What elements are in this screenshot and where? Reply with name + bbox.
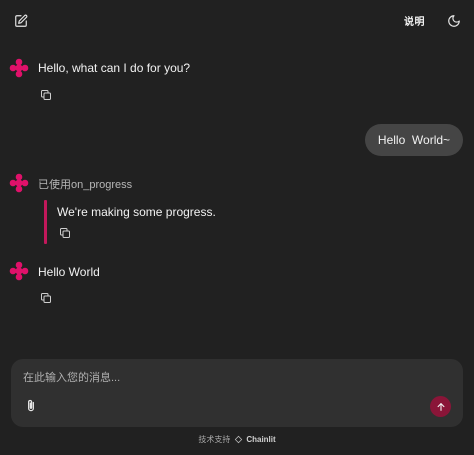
readme-button[interactable]: 说明 xyxy=(404,13,425,28)
step-border xyxy=(44,200,47,244)
footer: 技术支持 Chainlit xyxy=(0,432,474,446)
assistant-avatar-icon xyxy=(9,173,29,193)
paperclip-icon[interactable] xyxy=(22,397,40,415)
brand-label: Chainlit xyxy=(246,434,276,444)
built-with-label: 技术支持 xyxy=(198,434,231,444)
step-output-text: We're making some progress. xyxy=(57,205,216,219)
chainlit-logo-icon xyxy=(235,435,243,443)
copy-icon[interactable] xyxy=(38,87,54,103)
chainlit-link[interactable]: Chainlit xyxy=(234,434,276,444)
copy-icon[interactable] xyxy=(38,290,54,306)
message-composer xyxy=(11,359,463,427)
assistant-message-text: Hello, what can I do for you? xyxy=(38,61,191,75)
user-message-bubble: Hello World~ xyxy=(365,124,463,156)
chat-app: 说明 Hello, what can I do for you? Hello W… xyxy=(0,0,474,455)
assistant-avatar-icon xyxy=(9,58,29,78)
assistant-message-text: Hello World xyxy=(38,265,100,279)
moon-icon[interactable] xyxy=(443,10,465,32)
step-label[interactable]: 已使用on_progress xyxy=(38,176,132,192)
message-input[interactable] xyxy=(23,369,423,387)
send-button[interactable] xyxy=(430,396,451,417)
copy-icon[interactable] xyxy=(57,225,73,241)
arrow-up-icon xyxy=(437,402,444,411)
assistant-avatar-icon xyxy=(9,261,29,281)
new-chat-icon[interactable] xyxy=(10,10,32,32)
